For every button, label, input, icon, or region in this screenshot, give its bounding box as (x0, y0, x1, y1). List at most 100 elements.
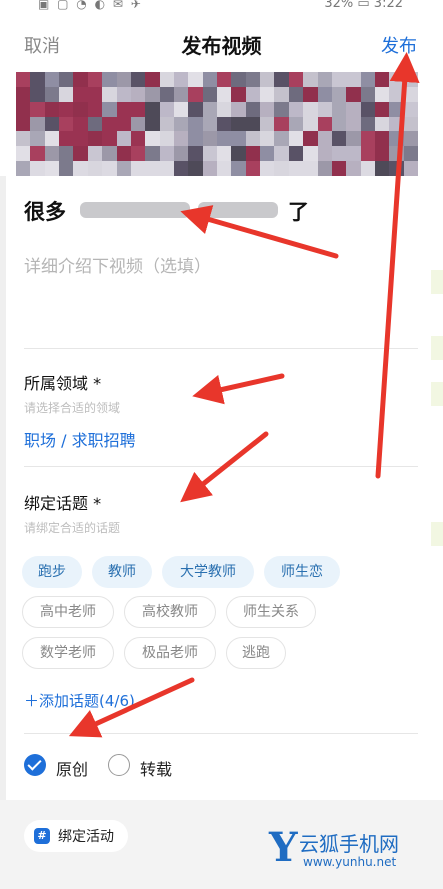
topic-chip-selected[interactable]: 大学教师 (162, 556, 254, 588)
thumbnail-pixel (102, 72, 118, 88)
divider (24, 733, 418, 734)
thumbnail-pixel (145, 86, 161, 103)
thumbnail-pixel (188, 101, 204, 118)
thumbnail-pixel (317, 86, 333, 103)
watermark-name: 云狐手机网 (299, 832, 399, 856)
thumbnail-pixel (116, 131, 132, 148)
thumbnail-pixel (303, 72, 319, 88)
thumbnail-pixel (245, 101, 262, 118)
thumbnail-pixel (288, 86, 305, 103)
topic-chip-suggested[interactable]: 师生关系 (226, 596, 316, 628)
video-thumbnail[interactable] (16, 72, 418, 176)
thumbnail-pixel (188, 72, 204, 88)
thumbnail-pixel (173, 86, 190, 103)
topic-chip-suggested[interactable]: 数学老师 (22, 637, 114, 669)
thumbnail-pixel (317, 131, 333, 148)
repost-radio-icon[interactable] (108, 754, 130, 776)
bind-activity-button[interactable]: # 绑定活动 (24, 820, 128, 852)
thumbnail-pixel (231, 161, 247, 176)
thumbnail-pixel (44, 131, 61, 148)
thumbnail-pixel (360, 86, 376, 103)
thumbnail-pixel (403, 161, 418, 176)
thumbnail-pixel (59, 101, 75, 118)
thumbnail-pixel (173, 131, 190, 148)
thumbnail-pixel (288, 101, 305, 118)
thumbnail-pixel (403, 131, 418, 148)
thumbnail-pixel (16, 86, 32, 103)
original-radio-checked-icon[interactable] (24, 754, 46, 776)
thumbnail-pixel (274, 72, 290, 88)
thumbnail-pixel (16, 131, 32, 148)
thumbnail-pixel (73, 116, 89, 133)
thumbnail-pixel (317, 116, 333, 133)
thumbnail-pixel (374, 72, 391, 88)
thumbnail-pixel (102, 131, 118, 148)
thumbnail-pixel (288, 131, 305, 148)
thumbnail-pixel (16, 72, 32, 88)
topic-chip-suggested[interactable]: 逃跑 (226, 637, 286, 669)
thumbnail-pixel (159, 101, 175, 118)
thumbnail-pixel (145, 116, 161, 133)
thumbnail-pixel (360, 101, 376, 118)
thumbnail-pixel (360, 131, 376, 148)
thumbnail-pixel (202, 161, 218, 176)
thumbnail-pixel (260, 101, 276, 118)
thumbnail-pixel (130, 131, 147, 148)
thumbnail-pixel (346, 131, 362, 148)
thumbnail-pixel (389, 101, 405, 118)
thumbnail-pixel (145, 131, 161, 148)
thumbnail-pixel (59, 72, 75, 88)
thumbnail-pixel (245, 72, 262, 88)
thumbnail-pixel (360, 161, 376, 176)
domain-value-link[interactable]: 职场 / 求职招聘 (24, 427, 136, 451)
thumbnail-pixel (159, 86, 175, 103)
topic-chip-selected[interactable]: 跑步 (22, 556, 82, 588)
thumbnail-pixel (44, 146, 61, 163)
thumbnail-pixel (217, 146, 233, 163)
topic-chip-suggested[interactable]: 高中老师 (22, 596, 114, 628)
topic-chip-selected[interactable]: 师生恋 (264, 556, 340, 588)
blurred-title-text (80, 202, 190, 218)
thumbnail-pixel (374, 146, 391, 163)
thumbnail-pixel (217, 131, 233, 148)
thumbnail-pixel (231, 116, 247, 133)
thumbnail-pixel (303, 146, 319, 163)
thumbnail-pixel (317, 161, 333, 176)
thumbnail-pixel (317, 101, 333, 118)
thumbnail-pixel (260, 146, 276, 163)
topic-chip-suggested[interactable]: 高校教师 (124, 596, 216, 628)
thumbnail-pixel (245, 86, 262, 103)
thumbnail-pixel (173, 161, 190, 176)
thumbnail-pixel (188, 86, 204, 103)
thumbnail-pixel (288, 161, 305, 176)
thumbnail-pixel (130, 146, 147, 163)
thumbnail-pixel (145, 72, 161, 88)
topic-hint: 请绑定合适的话题 (24, 521, 121, 535)
top-nav-bar: 取消 发布视频 发布 (0, 14, 443, 72)
thumbnail-pixel (44, 101, 61, 118)
status-battery-time: 32% ▭ 3:22 (324, 0, 403, 11)
add-topic-button[interactable]: ＋添加话题(4/6) (24, 690, 135, 711)
publish-button[interactable]: 发布 (381, 32, 417, 58)
hashtag-icon: # (34, 828, 50, 844)
original-radio-label[interactable]: 原创 (56, 756, 88, 780)
thumbnail-pixel (145, 101, 161, 118)
thumbnail-pixel (360, 146, 376, 163)
description-input[interactable]: 详细介绍下视频（选填） (24, 252, 211, 277)
watermark-logo: Y 云狐手机网 www.yunhu.net (265, 824, 435, 876)
thumbnail-pixel (188, 146, 204, 163)
thumbnail-pixel (274, 86, 290, 103)
thumbnail-pixel (231, 131, 247, 148)
thumbnail-pixel (303, 116, 319, 133)
thumbnail-pixel (403, 86, 418, 103)
topic-chip-selected[interactable]: 教师 (92, 556, 152, 588)
thumbnail-pixel (346, 116, 362, 133)
repost-radio-label[interactable]: 转载 (140, 756, 172, 780)
thumbnail-pixel (202, 86, 218, 103)
thumbnail-pixel (202, 131, 218, 148)
thumbnail-pixel (217, 72, 233, 88)
thumbnail-pixel (87, 131, 104, 148)
thumbnail-pixel (87, 72, 104, 88)
topic-chip-suggested[interactable]: 极品老师 (124, 637, 216, 669)
thumbnail-pixel (59, 131, 75, 148)
